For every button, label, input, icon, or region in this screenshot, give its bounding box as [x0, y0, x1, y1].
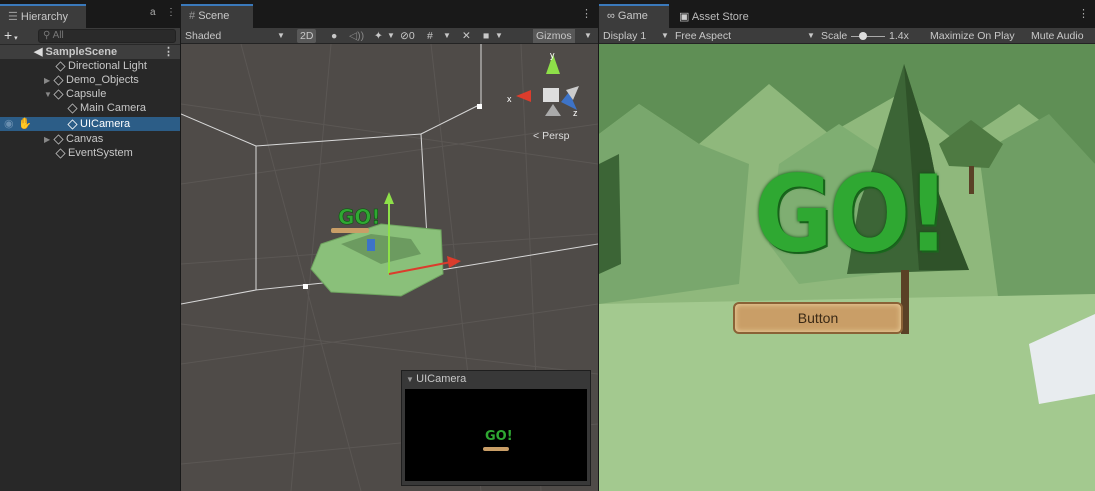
visibility-eye-icon[interactable]: ◉ [4, 117, 14, 131]
tree-row-samplescene[interactable]: ◀ SampleScene ⋮ [0, 45, 180, 59]
scale-slider[interactable] [851, 29, 885, 43]
tree-row-canvas[interactable]: ▶ Canvas [0, 132, 180, 146]
scale-value: 1.4x [889, 30, 909, 42]
tree-row-directional-light[interactable]: Directional Light [0, 59, 180, 73]
scale-slider-thumb[interactable] [859, 32, 867, 40]
tree-row-uicamera[interactable]: ◉ ✋ UICamera [0, 117, 180, 131]
hierarchy-tabbar: ☰ Hierarchy a ⋮ [0, 0, 180, 28]
maximize-on-play-toggle[interactable]: Maximize On Play [930, 29, 1015, 43]
expand-arrow-icon[interactable]: ▶ [44, 74, 54, 88]
scene-panel: # Scene ⋮ Shaded ▼ 2D ● ◁)) ✦ ▼ ⊘0 # ▼ ✕… [181, 0, 598, 491]
tab-scene[interactable]: # Scene [181, 4, 253, 28]
hierarchy-panel: ☰ Hierarchy a ⋮ + ▾ ⚲ All ◀ SampleScene … [0, 0, 180, 491]
frustum-handle[interactable] [477, 104, 482, 109]
tree-row-demo-objects[interactable]: ▶ Demo_Objects [0, 73, 180, 87]
effects-icon[interactable]: ✦ [374, 29, 383, 43]
chevron-down-icon: ▼ [495, 31, 503, 40]
display-dropdown[interactable]: Display 1 [603, 29, 646, 43]
game-ui-button[interactable]: Button [733, 302, 903, 334]
x-axis-arrow-icon[interactable] [447, 256, 461, 268]
hidden-objects-icon[interactable]: ⊘0 [400, 29, 415, 43]
scene-viewport[interactable]: GO! x y z < Persp ▼ UICamera GO! [181, 44, 598, 491]
frustum-handle[interactable] [303, 284, 308, 289]
lighting-bulb-icon[interactable]: ● [331, 29, 337, 43]
list-icon: ☰ [8, 11, 21, 23]
scale-label: Scale [821, 30, 848, 42]
axis-z-label: z [573, 108, 578, 118]
preview-go-label: GO! [485, 429, 513, 444]
chevron-down-icon: ▼ [387, 31, 395, 40]
axis-x-label: x [507, 94, 512, 104]
camera-icon[interactable]: ■ [483, 29, 489, 43]
chevron-down-icon[interactable]: ▼ [584, 29, 592, 43]
more-icon[interactable]: ⋮ [1078, 7, 1089, 20]
go-sign-label: GO! [338, 205, 381, 229]
sign-board [331, 228, 369, 233]
search-icon: ⚲ [43, 30, 53, 41]
chevron-down-icon: ▼ [807, 31, 815, 40]
hierarchy-toolbar: + ▾ ⚲ All [0, 28, 180, 44]
chevron-down-icon: ▼ [661, 31, 669, 40]
add-button[interactable]: + ▾ [4, 28, 18, 46]
camera-preview-window: ▼ UICamera GO! [401, 370, 591, 486]
preview-button [483, 447, 509, 451]
mute-audio-toggle[interactable]: Mute Audio [1031, 29, 1084, 43]
gameobject-icon [55, 61, 66, 72]
unity-scene-icon: ◀ [34, 46, 43, 58]
game-tabbar: ∞ Game ▣ Asset Store ⋮ [599, 0, 1095, 28]
2d-toggle-button[interactable]: 2D [297, 29, 317, 43]
tab-game[interactable]: ∞ Game [599, 4, 669, 28]
projection-toggle[interactable]: < Persp [533, 130, 570, 142]
gamepad-icon: ∞ [607, 10, 618, 22]
gameobject-icon [67, 119, 78, 130]
tab-hierarchy[interactable]: ☰ Hierarchy [0, 4, 86, 28]
gizmos-button[interactable]: Gizmos [533, 29, 575, 43]
aspect-dropdown[interactable]: Free Aspect [675, 29, 731, 43]
pickable-hand-icon[interactable]: ✋ [18, 117, 32, 131]
game-toolbar: Display 1 ▼ Free Aspect ▼ Scale 1.4x Max… [599, 28, 1095, 44]
lock-icon[interactable]: a [150, 7, 156, 18]
more-icon[interactable]: ⋮ [163, 45, 174, 59]
more-icon[interactable]: ⋮ [581, 7, 592, 20]
grid-icon[interactable]: # [427, 29, 433, 43]
go-sign-label: GO! [754, 152, 950, 276]
draw-mode-dropdown[interactable]: Shaded [185, 29, 221, 43]
chevron-down-icon: ▼ [443, 31, 451, 40]
chevron-down-icon: ▾ [12, 35, 18, 42]
tree-row-main-camera[interactable]: Main Camera [0, 101, 180, 115]
tree-row-capsule[interactable]: ▼ Capsule [0, 87, 180, 101]
tab-asset-store[interactable]: ▣ Asset Store [671, 4, 771, 28]
game-panel: ∞ Game ▣ Asset Store ⋮ Display 1 ▼ Free … [599, 0, 1095, 491]
grid-hash-icon: # [189, 10, 199, 22]
tree-row-eventsystem[interactable]: EventSystem [0, 146, 180, 160]
collapse-arrow-icon[interactable]: ▼ [44, 88, 54, 102]
scene-toolbar: Shaded ▼ 2D ● ◁)) ✦ ▼ ⊘0 # ▼ ✕ ■ ▼ Gizmo… [181, 28, 598, 44]
axis-y-label: y [550, 50, 555, 60]
capsule-object[interactable] [367, 239, 375, 251]
gameobject-icon [53, 75, 64, 86]
game-viewport[interactable]: GO! Button [599, 44, 1095, 491]
camera-preview-title: ▼ UICamera [406, 373, 467, 385]
camera-preview-screen: GO! [405, 389, 587, 481]
gameobject-icon [53, 89, 64, 100]
gameobject-icon [55, 148, 66, 159]
more-icon[interactable]: ⋮ [166, 7, 176, 18]
chevron-left-icon: < [533, 130, 543, 142]
collapse-arrow-icon[interactable]: ▼ [406, 375, 416, 384]
expand-arrow-icon[interactable]: ▶ [44, 133, 54, 147]
orientation-gizmo[interactable]: x y z [507, 50, 579, 118]
audio-icon[interactable]: ◁)) [349, 29, 364, 43]
tab-hierarchy-label: Hierarchy [20, 11, 68, 23]
tools-icon[interactable]: ✕ [462, 29, 471, 43]
shopping-bag-icon: ▣ [679, 11, 692, 23]
gameobject-icon [53, 134, 64, 145]
gameobject-icon [67, 103, 78, 114]
y-axis-arrow-icon[interactable] [384, 192, 394, 204]
scene-tabbar: # Scene ⋮ [181, 0, 598, 28]
search-input[interactable]: ⚲ All [38, 29, 176, 43]
chevron-down-icon: ▼ [277, 31, 285, 40]
